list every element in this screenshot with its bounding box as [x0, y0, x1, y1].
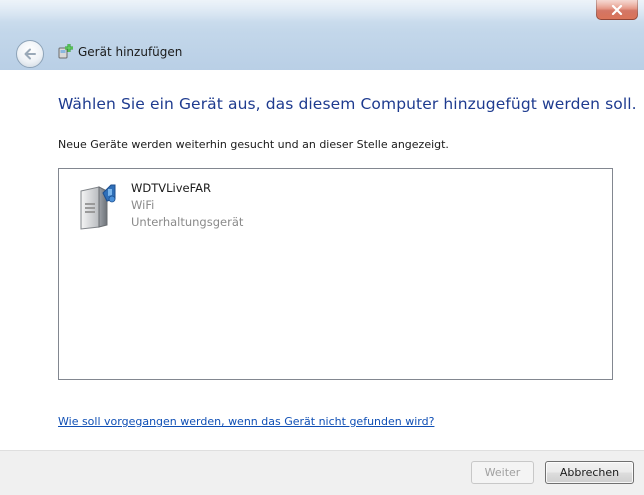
device-connection-type: WiFi — [131, 198, 155, 212]
media-device-icon — [80, 184, 116, 230]
content-area: Wählen Sie ein Gerät aus, das diesem Com… — [0, 70, 644, 450]
close-icon — [611, 4, 623, 15]
device-name: WDTVLiveFAR — [131, 181, 212, 195]
title-bar: Gerät hinzufügen — [0, 0, 644, 71]
next-button[interactable]: Weiter — [471, 461, 534, 484]
button-bar: Weiter Abbrechen — [0, 450, 644, 495]
add-device-window: Gerät hinzufügen Wählen Sie ein Gerät au… — [0, 0, 644, 495]
device-list[interactable]: WDTVLiveFAR WiFi Unterhaltungsgerät — [58, 168, 613, 380]
back-button[interactable] — [16, 40, 44, 68]
device-category: Unterhaltungsgerät — [131, 215, 244, 229]
close-button[interactable] — [596, 0, 638, 20]
window-title: Gerät hinzufügen — [78, 45, 183, 59]
instruction-subtext: Neue Geräte werden weiterhin gesucht und… — [58, 138, 449, 151]
cancel-button[interactable]: Abbrechen — [545, 461, 634, 484]
device-not-found-help-link[interactable]: Wie soll vorgegangen werden, wenn das Ge… — [58, 415, 434, 428]
back-arrow-icon — [24, 48, 36, 60]
add-device-icon — [58, 44, 73, 59]
main-instruction: Wählen Sie ein Gerät aus, das diesem Com… — [58, 95, 637, 113]
list-item[interactable]: WDTVLiveFAR WiFi Unterhaltungsgerät — [77, 179, 277, 239]
